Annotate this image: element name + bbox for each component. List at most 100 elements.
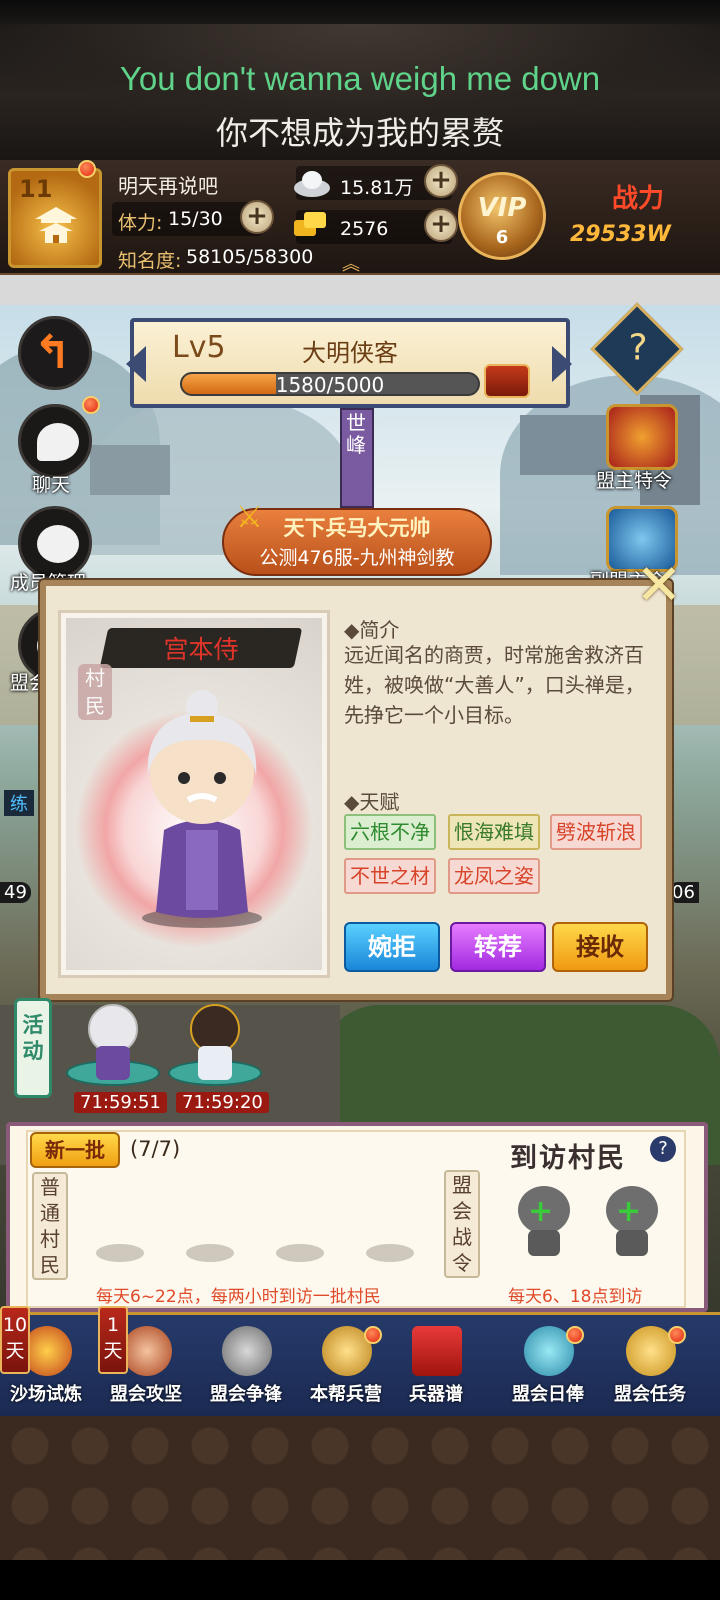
panel-left-ornament (126, 346, 146, 382)
new-batch-button[interactable]: 新一批 (30, 1132, 120, 1168)
visitor-avatar[interactable] (66, 1000, 160, 1096)
empty-seat (186, 1244, 234, 1262)
chat-button[interactable] (18, 404, 92, 478)
menu-label: 盟会争锋 (210, 1384, 282, 1405)
visit-schedule-note-special: 每天6、18点到访 (508, 1287, 643, 1307)
lyric-english: You don't wanna weigh me down (119, 60, 601, 97)
leader-order-button[interactable] (606, 404, 678, 470)
menu-label: 盟会任务 (614, 1384, 686, 1405)
visit-title: 到访村民 (510, 1143, 626, 1174)
menu-daily-salary[interactable]: 盟会日俸 (498, 1314, 598, 1414)
decline-button[interactable]: 婉拒 (344, 922, 440, 972)
intro-heading: ◆简介 (344, 618, 400, 642)
panel-right-ornament (552, 346, 572, 382)
visitor-timer: 71:59:51 (74, 1092, 167, 1113)
accept-button[interactable]: 接收 (552, 922, 648, 972)
back-arrow-icon: ↰ (33, 325, 72, 379)
menu-label: 盟会日俸 (512, 1384, 584, 1405)
plus-icon: + (616, 1194, 642, 1229)
villager-type-tag: 村民 (78, 664, 112, 720)
add-villager-slot[interactable]: + (604, 1186, 660, 1262)
add-silver-button[interactable]: + (424, 164, 458, 198)
stamina-value: 15/30 (168, 208, 223, 230)
visitor-timer: 71:59:20 (176, 1092, 269, 1113)
visitor-avatar[interactable] (168, 1000, 262, 1096)
talent-tag[interactable]: 六根不净 (344, 814, 436, 850)
question-icon: ? (628, 327, 648, 369)
add-gold-button[interactable]: + (424, 208, 458, 242)
vip-level: 6 (495, 227, 509, 248)
weapon-book-icon (412, 1326, 462, 1376)
days-badge: 1天 (98, 1306, 128, 1374)
batch-count: (7/7) (130, 1137, 181, 1161)
treasure-chest-icon[interactable] (484, 364, 530, 398)
power-label: 战力 (612, 184, 665, 214)
menu-label: 兵器谱 (409, 1384, 463, 1405)
add-villager-slot[interactable]: + (516, 1186, 572, 1262)
activity-label: 活动 (22, 1013, 44, 1063)
talent-tag[interactable]: 龙凤之姿 (448, 858, 540, 894)
vip-label: VIP (477, 193, 527, 223)
empty-seat (96, 1244, 144, 1262)
talent-tag[interactable]: 恨海难填 (448, 814, 540, 850)
talent-tag[interactable]: 劈波斩浪 (550, 814, 642, 850)
add-stamina-button[interactable]: + (240, 200, 274, 234)
menu-label: 本帮兵营 (310, 1384, 382, 1405)
menu-alliance-tasks[interactable]: 盟会任务 (600, 1314, 700, 1414)
visit-help-icon[interactable]: ? (650, 1136, 676, 1162)
visit-schedule-note: 每天6~22点，每两小时到访一批村民 (96, 1287, 381, 1307)
alliance-title: 大明侠客 (302, 339, 398, 367)
menu-alliance-contest[interactable]: 盟会争锋 (196, 1314, 296, 1414)
common-villager-tag: 普通村民 (32, 1172, 68, 1280)
chat-notification-dot (82, 396, 100, 414)
contest-icon (222, 1326, 272, 1376)
training-tag: 练 (4, 790, 34, 816)
chat-icon (37, 423, 79, 461)
empty-seat (276, 1244, 324, 1262)
gold-ingot-icon (294, 212, 326, 236)
villager-character-icon (142, 690, 262, 928)
right-count: 06 (668, 882, 699, 903)
gold-amount: 2576 (340, 218, 389, 240)
plus-icon: + (528, 1194, 554, 1229)
chevron-up-icon[interactable]: ︽ (342, 250, 360, 276)
menu-barracks[interactable]: 本帮兵营 (296, 1314, 396, 1414)
left-count: 49 (0, 882, 31, 903)
empty-seat (366, 1244, 414, 1262)
temple-icon (35, 207, 77, 243)
members-icon (37, 525, 79, 563)
villager-name: 宫本侍 (163, 635, 239, 664)
player-avatar[interactable]: 11 (8, 168, 102, 268)
leader-order-label: 盟主特令 (596, 470, 673, 492)
lyric-chinese: 你不想成为我的累赘 (215, 114, 504, 152)
alliance-level: Lv5 (172, 330, 226, 365)
silver-amount: 15.81万 (340, 177, 414, 199)
back-button[interactable]: ↰ (18, 316, 92, 390)
alliance-flag-text: 世峰 (346, 411, 366, 457)
exp-text: 1580/5000 (275, 373, 385, 397)
honor-server: 公测476服-九州神剑教 (259, 547, 455, 569)
stamina-label: 体力: (118, 212, 163, 234)
player-level: 11 (19, 175, 53, 203)
navigation-bar-area (0, 1560, 720, 1600)
salary-notification-dot (566, 1326, 584, 1344)
recommend-button[interactable]: 转荐 (450, 922, 546, 972)
fame-value: 58105/58300 (186, 246, 314, 268)
talent-tag[interactable]: 不世之材 (344, 858, 436, 894)
tasks-notification-dot (668, 1326, 686, 1344)
menu-label: 盟会攻坚 (110, 1384, 182, 1405)
honor-title: 天下兵马大元帅 (283, 516, 431, 540)
power-value: 29533W (570, 222, 671, 247)
days-badge: 10 天 (0, 1306, 30, 1374)
menu-label: 沙场试炼 (10, 1384, 82, 1405)
vip-badge[interactable]: VIP 6 (458, 172, 546, 260)
talent-heading: ◆天赋 (344, 790, 400, 814)
close-icon[interactable]: ✕ (632, 558, 686, 614)
player-name: 明天再说吧 (118, 174, 218, 198)
fame-label: 知名度: (118, 250, 182, 272)
menu-weapon-list[interactable]: 兵器谱 (386, 1314, 486, 1414)
siege-icon (122, 1326, 172, 1376)
barracks-notification-dot (364, 1326, 382, 1344)
silver-ingot-icon (294, 171, 330, 197)
intro-text: 远近闻名的商贾，时常施舍救济百姓，被唤做“大善人”，口头禅是，先挣它一个小目标。 (344, 643, 645, 727)
